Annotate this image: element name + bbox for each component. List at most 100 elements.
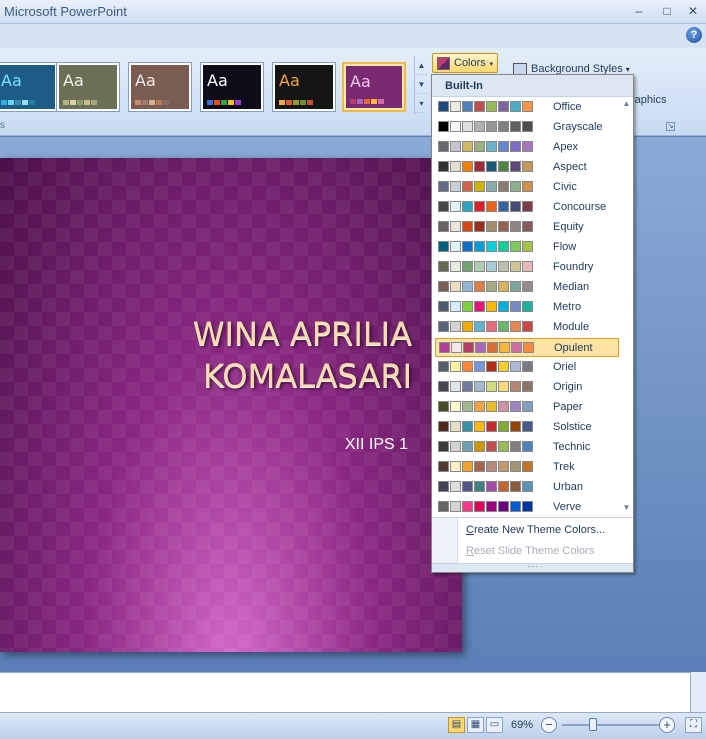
resize-grip-icon[interactable]: ···· <box>432 563 633 572</box>
theme-colors-item[interactable]: Foundry <box>435 258 619 277</box>
slide-show-button[interactable]: ▭ <box>486 717 503 733</box>
colors-button[interactable]: Colors ▾ <box>432 53 498 73</box>
color-swatches <box>438 101 533 112</box>
color-swatch <box>474 361 485 372</box>
hide-background-graphics-label[interactable]: raphics <box>631 94 666 106</box>
theme-colors-item[interactable]: Trek <box>435 458 619 477</box>
dialog-launcher-icon[interactable]: ↘ <box>666 122 675 131</box>
color-swatch <box>510 221 521 232</box>
normal-view-button[interactable]: ▤ <box>448 717 465 733</box>
title-bar: Microsoft PowerPoint – □ ✕ <box>0 0 706 24</box>
color-swatch <box>438 141 449 152</box>
gallery-more-button[interactable]: ▾ <box>415 94 428 113</box>
minimize-button[interactable]: – <box>628 2 650 20</box>
color-swatch <box>474 141 485 152</box>
color-swatches <box>438 181 533 192</box>
theme-colors-item[interactable]: Origin <box>435 378 619 397</box>
theme-color-bar <box>142 100 148 105</box>
theme-colors-item[interactable]: Grayscale <box>435 118 619 137</box>
color-swatch <box>522 261 533 272</box>
color-swatch <box>498 121 509 132</box>
theme-thumbnail[interactable]: Aa <box>342 62 406 112</box>
theme-color-bar <box>371 99 377 104</box>
zoom-in-button[interactable]: + <box>659 717 675 733</box>
zoom-out-button[interactable]: − <box>541 717 557 733</box>
theme-color-bar <box>77 100 83 105</box>
theme-colors-item[interactable]: Technic <box>435 438 619 457</box>
theme-colors-item[interactable]: Equity <box>435 218 619 237</box>
theme-thumbnail[interactable]: Aa <box>56 62 120 112</box>
theme-colors-item[interactable]: Opulent <box>435 338 619 357</box>
zoom-level[interactable]: 69% <box>511 719 533 731</box>
theme-colors-item[interactable]: Metro <box>435 298 619 317</box>
color-swatch <box>450 101 461 112</box>
color-swatch <box>474 101 485 112</box>
theme-colors-name: Solstice <box>553 421 592 433</box>
theme-colors-item[interactable]: Paper <box>435 398 619 417</box>
color-swatch <box>462 481 473 492</box>
theme-thumbnail[interactable]: Aa <box>0 62 58 112</box>
color-swatch <box>486 121 497 132</box>
theme-color-bar <box>357 99 363 104</box>
dropdown-scrollbar[interactable]: ▲ ▼ <box>620 97 633 515</box>
theme-thumbnail[interactable]: Aa <box>272 62 336 112</box>
color-swatch <box>486 261 497 272</box>
notes-pane[interactable] <box>0 672 690 712</box>
scroll-up-icon[interactable]: ▲ <box>620 97 633 111</box>
theme-colors-name: Urban <box>553 481 583 493</box>
color-swatch <box>522 321 533 332</box>
create-new-theme-colors[interactable]: Create New Theme Colors... <box>466 524 605 536</box>
gallery-down-button[interactable]: ▼ <box>415 75 428 94</box>
color-swatch <box>498 501 509 512</box>
help-icon[interactable]: ? <box>686 27 702 43</box>
color-swatch <box>486 301 497 312</box>
slide-title-line-1: WINA APRILIA <box>192 315 412 353</box>
theme-colors-item[interactable]: Oriel <box>435 358 619 377</box>
maximize-button[interactable]: □ <box>656 2 678 20</box>
theme-colors-item[interactable]: Module <box>435 318 619 337</box>
close-button[interactable]: ✕ <box>682 2 704 20</box>
slide-title[interactable]: WINA APRILIA KOMALASARI <box>52 313 412 397</box>
scroll-down-icon[interactable]: ▼ <box>620 501 633 515</box>
theme-thumbnail[interactable]: Aa <box>200 62 264 112</box>
notes-scrollbar[interactable] <box>690 672 706 712</box>
slide-canvas[interactable]: WINA APRILIA KOMALASARI XII IPS 1 <box>0 158 462 652</box>
color-swatch <box>498 281 509 292</box>
color-swatch <box>486 481 497 492</box>
color-swatch <box>498 221 509 232</box>
themes-gallery: Aa Aa Aa Aa Aa Aa <box>0 54 428 120</box>
color-swatches <box>438 301 533 312</box>
zoom-slider-track[interactable] <box>562 724 664 726</box>
theme-color-bars <box>207 100 241 105</box>
theme-colors-item[interactable]: Civic <box>435 178 619 197</box>
theme-sample-text: Aa <box>207 71 228 90</box>
theme-colors-item[interactable]: Aspect <box>435 158 619 177</box>
color-swatch <box>450 501 461 512</box>
color-swatch <box>522 441 533 452</box>
theme-colors-item[interactable]: Verve <box>435 498 619 517</box>
gallery-up-button[interactable]: ▲ <box>415 56 428 75</box>
theme-colors-item[interactable]: Solstice <box>435 418 619 437</box>
theme-colors-name: Trek <box>553 461 575 473</box>
theme-colors-item[interactable]: Office <box>435 98 619 117</box>
slide-sorter-button[interactable]: ▦ <box>467 717 484 733</box>
theme-colors-item[interactable]: Urban <box>435 478 619 497</box>
theme-color-bar <box>235 100 241 105</box>
theme-thumbnail[interactable]: Aa <box>128 62 192 112</box>
color-swatch <box>486 501 497 512</box>
fit-to-window-button[interactable]: ⛶ <box>685 717 702 733</box>
theme-colors-item[interactable]: Median <box>435 278 619 297</box>
color-swatch <box>510 281 521 292</box>
color-swatch <box>462 421 473 432</box>
color-swatch <box>522 101 533 112</box>
color-swatch <box>450 381 461 392</box>
theme-colors-item[interactable]: Apex <box>435 138 619 157</box>
theme-colors-item[interactable]: Flow <box>435 238 619 257</box>
theme-preview: Aa <box>59 65 117 109</box>
slide-subtitle[interactable]: XII IPS 1 <box>345 436 408 454</box>
color-swatches <box>438 121 533 132</box>
color-swatch <box>522 141 533 152</box>
zoom-slider-thumb[interactable] <box>589 718 597 731</box>
theme-colors-item[interactable]: Concourse <box>435 198 619 217</box>
color-swatch <box>486 241 497 252</box>
